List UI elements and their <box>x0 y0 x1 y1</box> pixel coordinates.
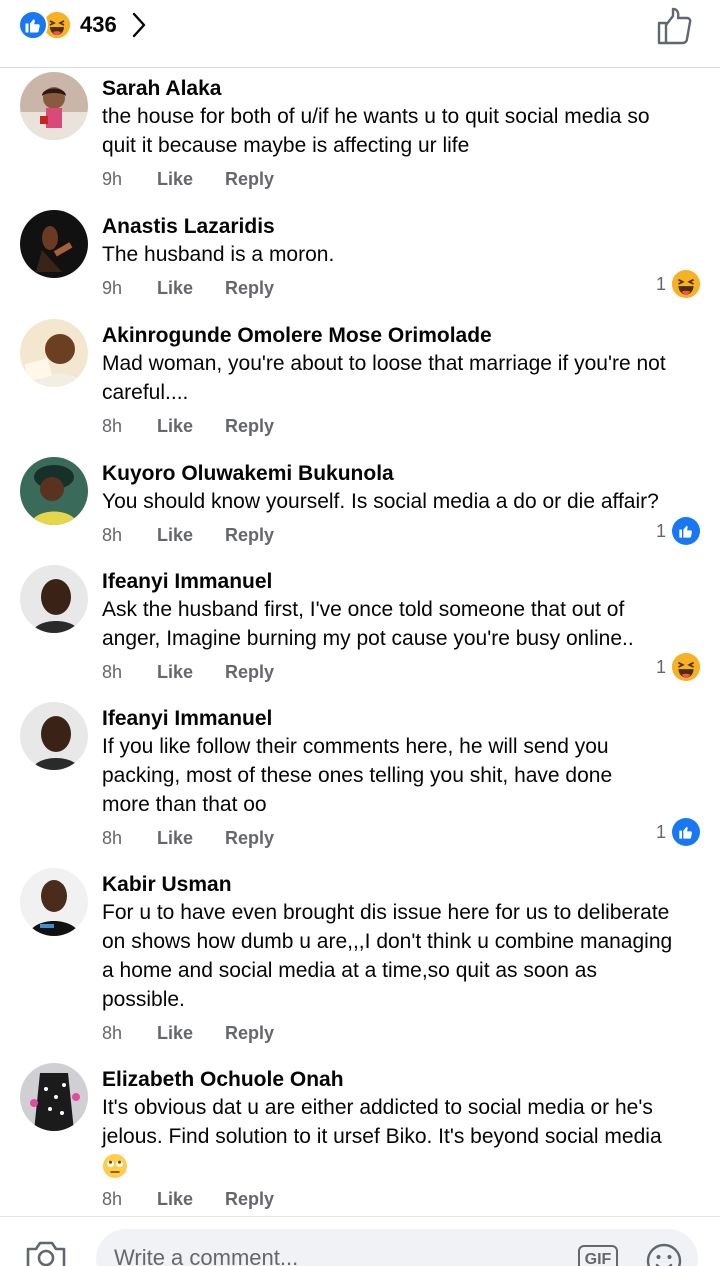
comment-text-line <box>102 1151 698 1180</box>
reaction-count: 1 <box>655 821 666 842</box>
comment-time: 8h <box>102 827 123 848</box>
reply-button[interactable]: Reply <box>225 828 274 849</box>
avatar[interactable] <box>20 210 88 278</box>
comment-text: The husband is a moron. <box>102 240 698 269</box>
comment-text-line: packing, most of these ones telling you … <box>102 764 613 787</box>
comment-text: If you like follow their comments here, … <box>102 732 698 819</box>
comment-text: Ask the husband first, I've once told so… <box>102 595 698 653</box>
comment-text-line: on shows how dumb u are,,,I don't think … <box>102 930 673 953</box>
comment-input[interactable] <box>114 1245 554 1266</box>
comment-author[interactable]: Sarah Alaka <box>102 76 698 102</box>
like-button[interactable]: Like <box>157 828 225 849</box>
comment-reaction[interactable]: 1 <box>656 653 700 681</box>
gif-button[interactable]: GIF <box>578 1245 618 1266</box>
reply-button[interactable]: Reply <box>225 169 274 190</box>
comment-meta: 8h Like Reply <box>102 659 698 685</box>
comment-time: 9h <box>102 168 123 189</box>
comment-text: the house for both of u/if he wants u to… <box>102 102 698 160</box>
reply-button[interactable]: Reply <box>225 525 274 546</box>
comment-text-line: You should know yourself. Is social medi… <box>102 490 659 513</box>
comment-text-line: jelous. Find solution to it ursef Biko. … <box>102 1125 662 1148</box>
reply-button[interactable]: Reply <box>225 278 274 299</box>
comment-text-line: Ask the husband first, I've once told so… <box>102 598 625 621</box>
avatar[interactable] <box>20 868 88 936</box>
avatar[interactable] <box>20 565 88 633</box>
chevron-right-icon[interactable] <box>131 11 149 39</box>
avatar[interactable] <box>20 457 88 525</box>
reactions-header: 436 <box>0 0 720 68</box>
avatar[interactable] <box>20 72 88 140</box>
haha-icon <box>672 653 700 681</box>
comment-meta: 9h Like Reply <box>102 275 698 301</box>
like-button[interactable]: Like <box>157 278 225 299</box>
comment-text-line: The husband is a moron. <box>102 243 335 266</box>
like-button[interactable]: Like <box>157 1189 225 1210</box>
face-with-rolling-eyes-icon <box>102 1153 128 1179</box>
like-icon <box>672 818 700 846</box>
comment-meta: 8h Like Reply <box>102 522 698 548</box>
avatar[interactable] <box>20 702 88 770</box>
like-button[interactable]: Like <box>157 416 225 437</box>
comment-reaction[interactable]: 1 <box>656 818 700 846</box>
reaction-count: 1 <box>655 273 666 294</box>
like-button[interactable]: Like <box>157 169 225 190</box>
like-icon <box>18 10 48 40</box>
like-button[interactable]: Like <box>157 525 225 546</box>
comment-reaction[interactable]: 1 <box>656 517 700 545</box>
comment-author[interactable]: Kabir Usman <box>102 872 698 898</box>
comment-text: It's obvious dat u are either addicted t… <box>102 1093 698 1180</box>
like-button[interactable]: Like <box>157 1023 225 1044</box>
avatar[interactable] <box>20 319 88 387</box>
comment-text: You should know yourself. Is social medi… <box>102 487 698 516</box>
comment-author[interactable]: Kuyoro Oluwakemi Bukunola <box>102 461 698 487</box>
comment-time: 8h <box>102 1022 123 1043</box>
comment-author[interactable]: Ifeanyi Immanuel <box>102 569 698 595</box>
comment-author[interactable]: Anastis Lazaridis <box>102 214 698 240</box>
comment-text-line: anger, Imagine burning my pot cause you'… <box>102 627 634 650</box>
comment-meta: 8h Like Reply <box>102 1186 698 1212</box>
like-button[interactable]: Like <box>157 662 225 683</box>
emoji-icon[interactable] <box>646 1243 682 1266</box>
reaction-count: 436 <box>80 12 117 37</box>
like-icon <box>672 517 700 545</box>
comment-time: 8h <box>102 524 123 545</box>
comment-composer: GIF <box>0 1216 720 1266</box>
comment-time: 8h <box>102 1188 123 1209</box>
thumbs-up-outline-icon[interactable] <box>656 6 694 46</box>
reply-button[interactable]: Reply <box>225 662 274 683</box>
reaction-summary[interactable]: 436 <box>18 10 149 40</box>
comment-text-line: If you like follow their comments here, … <box>102 735 609 758</box>
comment-time: 9h <box>102 277 123 298</box>
comment-time: 8h <box>102 661 123 682</box>
comment-text-line: It's obvious dat u are either addicted t… <box>102 1096 653 1119</box>
comment-text-line: For u to have even brought dis issue her… <box>102 901 670 924</box>
comment-author[interactable]: Elizabeth Ochuole Onah <box>102 1067 698 1093</box>
comment-time: 8h <box>102 415 123 436</box>
comment-reaction[interactable]: 1 <box>656 270 700 298</box>
comment-author[interactable]: Ifeanyi Immanuel <box>102 706 698 732</box>
reply-button[interactable]: Reply <box>225 1189 274 1210</box>
comment-author[interactable]: Akinrogunde Omolere Mose Orimolade <box>102 323 698 349</box>
comment-text-line: the house for both of u/if he wants u to… <box>102 105 650 128</box>
comment-text: Mad woman, you're about to loose that ma… <box>102 349 698 407</box>
comment-meta: 8h Like Reply <box>102 825 698 851</box>
reply-button[interactable]: Reply <box>225 416 274 437</box>
comment-text: For u to have even brought dis issue her… <box>102 898 698 1014</box>
reply-button[interactable]: Reply <box>225 1023 274 1044</box>
reaction-count: 1 <box>655 656 666 677</box>
comment-meta: 9h Like Reply <box>102 166 698 192</box>
comment-meta: 8h Like Reply <box>102 413 698 439</box>
comment-text-line: more than that oo <box>102 793 267 816</box>
haha-icon <box>672 270 700 298</box>
comment-text-line: Mad woman, you're about to loose that ma… <box>102 352 666 375</box>
comment-text-line: a home and social media at a time,so qui… <box>102 959 597 982</box>
comment-text-line: quit it because maybe is affecting ur li… <box>102 134 470 157</box>
avatar[interactable] <box>20 1063 88 1131</box>
comment-text-line: possible. <box>102 988 185 1011</box>
reaction-count: 1 <box>655 520 666 541</box>
comment-text-line: careful.... <box>102 381 189 404</box>
comment-input-container: GIF <box>96 1229 698 1266</box>
comment-meta: 8h Like Reply <box>102 1020 698 1046</box>
camera-icon[interactable] <box>24 1239 68 1266</box>
